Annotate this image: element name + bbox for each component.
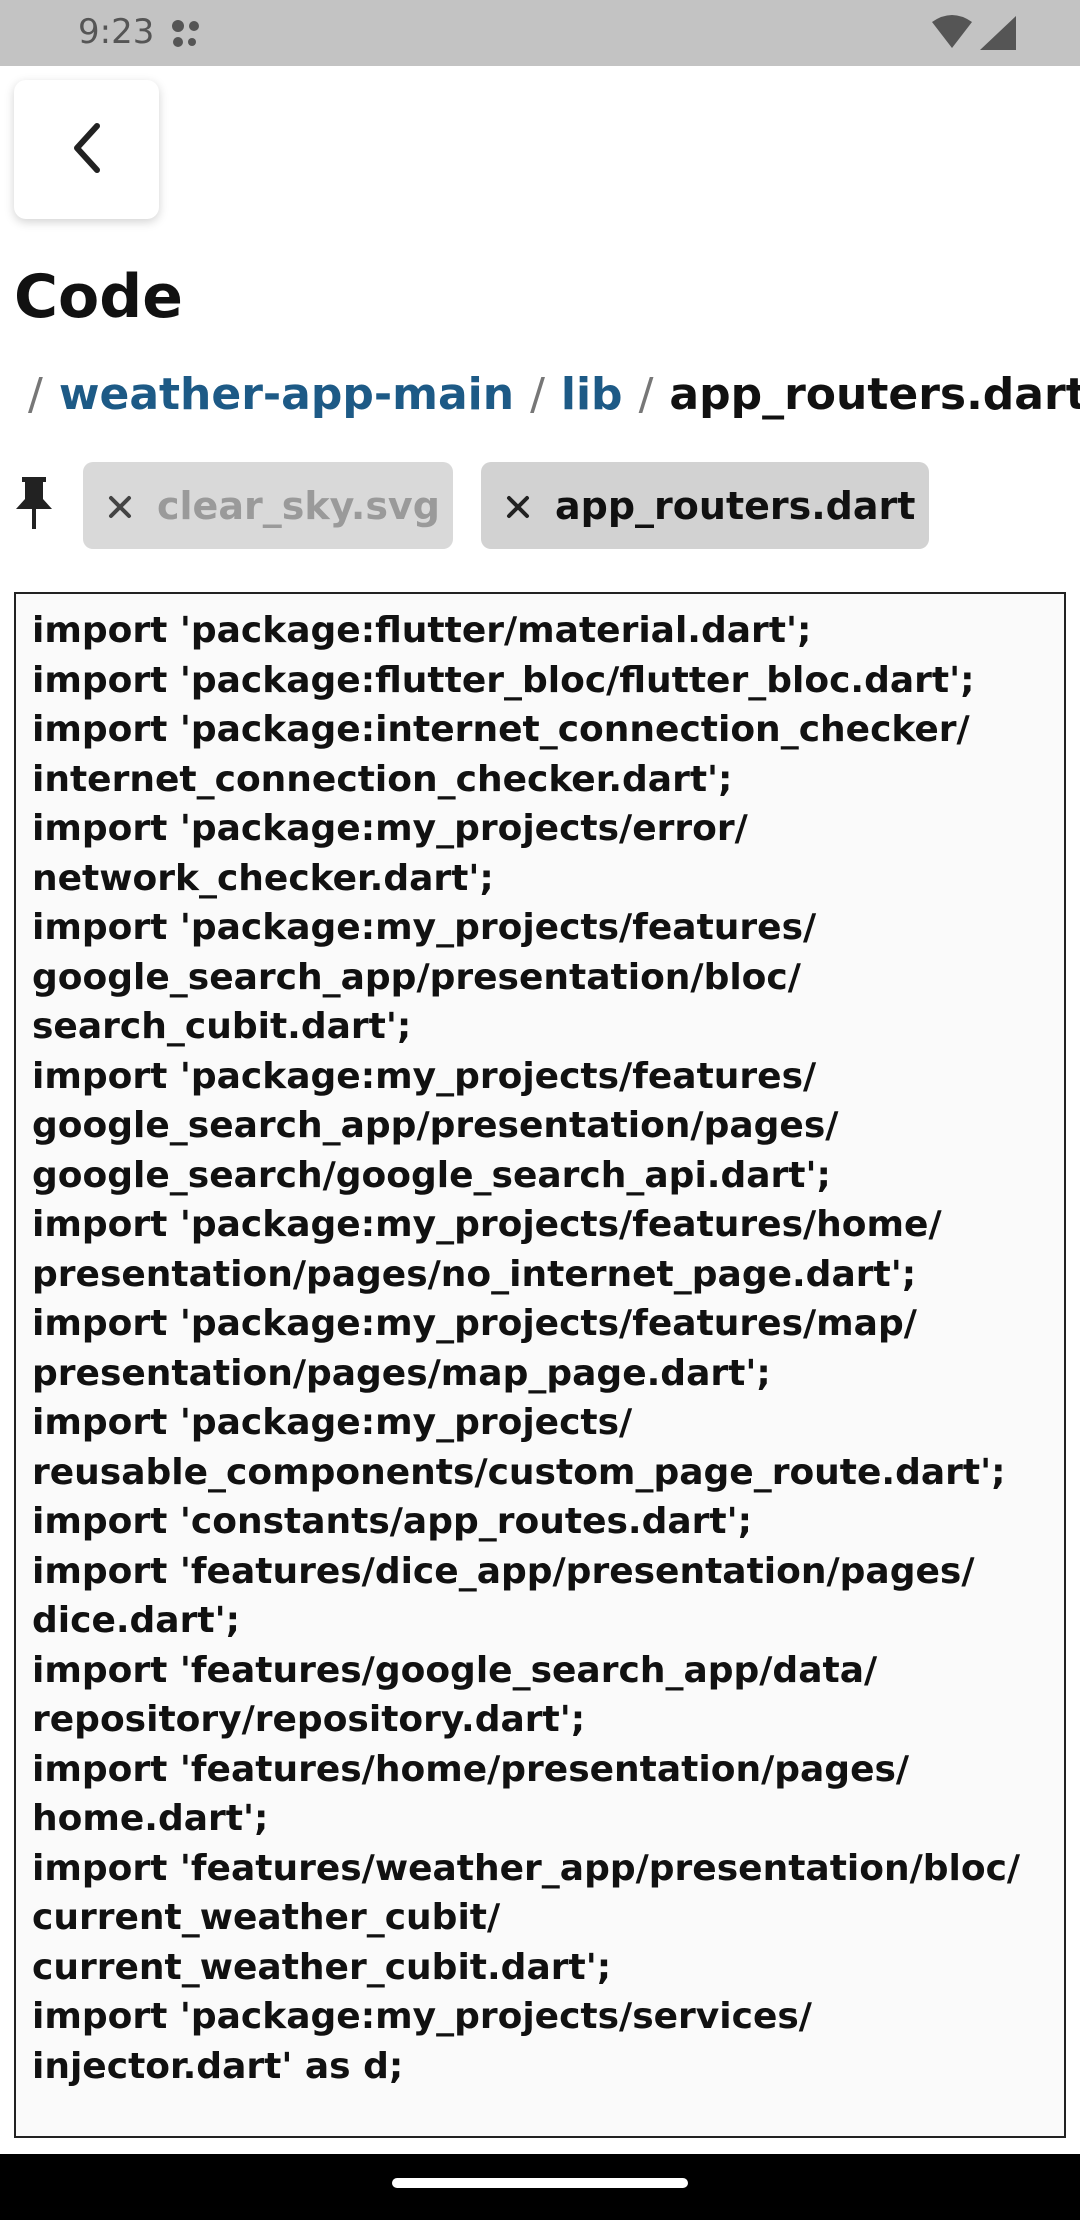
tab-app-routers-dart[interactable]: app_routers.dart — [481, 462, 929, 549]
signal-icon — [980, 16, 1016, 50]
tab-clear-sky-svg[interactable]: clear_sky.svg — [83, 462, 453, 549]
status-bar: 9:23 — [0, 0, 1080, 66]
navigation-bar — [0, 2154, 1080, 2220]
code-content: import 'package:flutter/material.dart'; … — [32, 610, 1021, 2087]
close-icon[interactable] — [501, 489, 535, 523]
breadcrumb-item-lib[interactable]: lib — [561, 369, 623, 420]
tab-label: app_routers.dart — [555, 483, 916, 528]
back-button[interactable] — [14, 80, 159, 219]
notification-dots-icon — [170, 18, 206, 52]
status-time: 9:23 — [78, 12, 155, 52]
breadcrumb-current-file: app_routers.dart — [669, 369, 1080, 420]
page-title: Code — [14, 262, 183, 332]
chevron-left-icon — [67, 120, 107, 180]
code-viewer[interactable]: import 'package:flutter/material.dart'; … — [14, 592, 1066, 2138]
breadcrumb-separator: / — [638, 369, 654, 420]
close-icon[interactable] — [103, 489, 137, 523]
breadcrumb-separator: / — [28, 369, 43, 420]
home-gesture-handle[interactable] — [392, 2178, 688, 2188]
wifi-icon — [932, 15, 972, 48]
status-icons — [930, 14, 1020, 58]
breadcrumb-separator: / — [530, 369, 545, 420]
pin-icon[interactable] — [12, 475, 56, 535]
breadcrumb-item-repo[interactable]: weather-app-main — [59, 369, 514, 420]
breadcrumb: / weather-app-main / lib / app_routers.dart — [28, 365, 1080, 425]
tab-label: clear_sky.svg — [157, 483, 440, 528]
